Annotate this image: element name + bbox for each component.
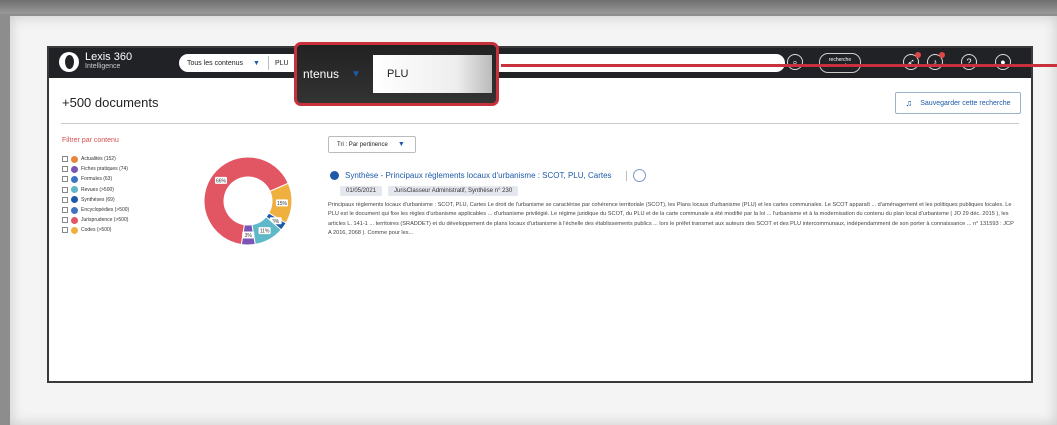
checkbox[interactable] <box>62 227 68 234</box>
app-screenshot: Lexis 360 Intelligence Tous les contenus… <box>47 46 1033 383</box>
save-search-label: Sauvegarder cette recherche <box>920 99 1011 107</box>
filter-item[interactable]: Formules (63) <box>62 174 129 184</box>
search-icon[interactable]: ⌕ <box>787 54 803 70</box>
checkbox[interactable] <box>62 207 68 214</box>
filter-item[interactable]: Synthèses (69) <box>62 195 129 205</box>
photo-frame-top <box>0 0 1057 14</box>
logo-icon <box>59 52 79 72</box>
result-source: JurisClasseur Administratif, Synthèse n°… <box>388 186 519 196</box>
result-title-link[interactable]: Synthèse - Principaux règlements locaux … <box>345 171 612 180</box>
checkbox[interactable] <box>62 217 68 224</box>
filter-label: Revues (>500) <box>81 186 114 193</box>
filter-item[interactable]: Codes (>500) <box>62 225 129 235</box>
rocket-icon[interactable]: ➶ <box>903 52 921 70</box>
content-filter-select[interactable]: Tous les contenus ▼ <box>179 56 269 70</box>
filter-item[interactable]: Jurisprudence (>500) <box>62 215 129 225</box>
bell-icon: ♫ <box>905 98 913 108</box>
divider <box>625 170 627 181</box>
checkbox[interactable] <box>62 196 68 203</box>
filter-label: Actualités (152) <box>81 156 116 163</box>
content-type-icon <box>71 175 78 183</box>
user-icon[interactable]: ● <box>995 54 1011 70</box>
result-meta: 01/05/2021 JurisClasseur Administratif, … <box>340 186 519 196</box>
checkbox[interactable] <box>62 176 68 183</box>
filter-title: Filtrer par contenu <box>62 137 119 144</box>
filter-label: Synthèses (69) <box>81 196 115 203</box>
content-filter-list: Actualités (152) Fiches pratiques (74) For… <box>62 154 129 236</box>
checkbox[interactable] <box>62 156 68 163</box>
filter-label: Formules (63) <box>81 176 113 183</box>
content-type-icon <box>71 155 78 163</box>
content-type-icon <box>71 206 78 214</box>
callout-pointer <box>501 64 1057 67</box>
app-logo[interactable]: Lexis 360 Intelligence <box>59 52 132 72</box>
donut-label: 15% <box>277 201 288 207</box>
filter-label: Encyclopédies (>500) <box>81 207 130 214</box>
callout-filter-label: ntenus <box>303 67 340 81</box>
divider <box>61 123 1019 124</box>
content-filter-label: Tous les contenus <box>187 59 244 67</box>
bell-icon[interactable]: ♪ <box>927 52 945 70</box>
donut-label: 3% <box>245 233 253 239</box>
filter-label: Fiches pratiques (74) <box>81 166 128 173</box>
zoom-callout: ntenus ▼ PLU <box>294 42 499 106</box>
link-icon[interactable] <box>632 169 646 182</box>
callout-search-input: PLU <box>373 55 492 93</box>
filter-label: Codes (>500) <box>81 227 112 234</box>
sort-label: Tri : Par pertinence <box>337 141 388 148</box>
chevron-down-icon: ▼ <box>351 68 361 80</box>
content-distribution-chart: 66%15%3%11%3% <box>203 156 293 246</box>
result-item: Synthèse - Principaux règlements locaux … <box>330 169 646 182</box>
donut-label: 66% <box>216 178 227 184</box>
checkbox[interactable] <box>62 186 68 193</box>
advanced-search-button[interactable]: recherche avancée <box>819 53 861 73</box>
checkbox[interactable] <box>62 166 68 173</box>
result-snippet: Principaux règlements locaux d'urbanisme… <box>328 202 1014 236</box>
app-name: Lexis 360 <box>85 51 133 63</box>
sort-select[interactable]: Tri : Par pertinence ▼ <box>328 136 416 153</box>
chevron-down-icon: ▼ <box>253 59 260 67</box>
content-type-icon <box>71 165 78 173</box>
save-search-button[interactable]: ♫ Sauvegarder cette recherche <box>895 92 1021 114</box>
synthesis-icon <box>330 171 339 180</box>
filter-item[interactable]: Encyclopédies (>500) <box>62 205 129 215</box>
donut-label: 11% <box>260 229 270 235</box>
app-subtitle: Intelligence <box>85 63 121 70</box>
search-input[interactable]: PLU <box>269 60 289 67</box>
results-count: +500 documents <box>62 95 159 110</box>
content-type-icon <box>71 186 78 194</box>
chevron-down-icon: ▼ <box>397 141 405 148</box>
content-type-icon <box>71 226 78 234</box>
content-type-icon <box>71 196 78 204</box>
help-icon[interactable]: ? <box>961 54 977 70</box>
result-date: 01/05/2021 <box>340 186 383 196</box>
callout-filter: ntenus ▼ <box>297 45 373 103</box>
filter-item[interactable]: Actualités (152) <box>62 154 129 164</box>
content-type-icon <box>71 216 78 224</box>
filter-item[interactable]: Revues (>500) <box>62 185 129 195</box>
filter-item[interactable]: Fiches pratiques (74) <box>62 164 129 174</box>
notification-badge <box>939 52 945 58</box>
top-bar: Lexis 360 Intelligence Tous les contenus… <box>49 48 1031 78</box>
filter-label: Jurisprudence (>500) <box>81 217 129 224</box>
notification-badge <box>915 52 921 58</box>
